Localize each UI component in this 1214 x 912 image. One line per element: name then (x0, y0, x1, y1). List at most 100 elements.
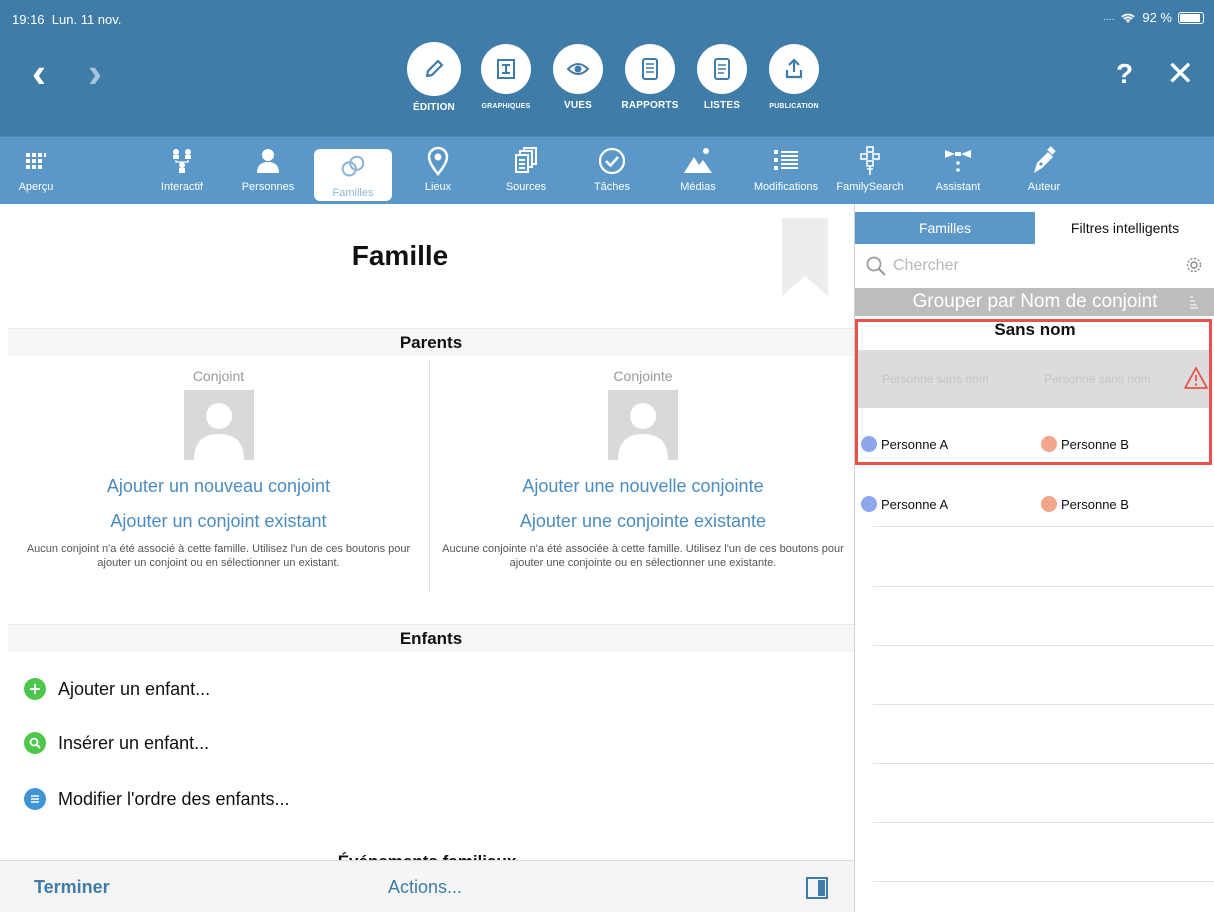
changes-icon (770, 143, 802, 179)
list-document-icon (697, 44, 747, 94)
bookmark-icon[interactable] (782, 218, 828, 296)
add-new-spouse-link[interactable]: Ajouter un nouveau conjoint (8, 476, 429, 497)
tool-interactif[interactable]: Interactif (152, 143, 212, 201)
group-by-bar[interactable]: Grouper par Nom de conjoint (855, 288, 1214, 316)
mode-label: RAPPORTS (621, 100, 679, 111)
search-icon (24, 732, 46, 754)
families-sidebar: Familles Filtres intelligents Grouper pa… (854, 204, 1214, 912)
list-icon (24, 788, 46, 810)
media-icon (682, 143, 714, 179)
search-input[interactable] (893, 257, 1173, 275)
document-icon (625, 44, 675, 94)
add-new-spouse-link[interactable]: Ajouter une nouvelle conjointe (432, 476, 854, 497)
top-header: 19:16 Lun. 11 nov. .... 92 % ‹ › ÉDITION… (0, 0, 1214, 136)
male-dot-icon (861, 496, 877, 512)
list-divider (873, 881, 1214, 882)
tool-apercu[interactable]: Aperçu (16, 143, 56, 201)
mode-label: PUBLICATION (769, 103, 819, 110)
tool-familles[interactable]: Familles (314, 149, 392, 201)
grid-icon (20, 143, 52, 179)
female-dot-icon (1041, 496, 1057, 512)
person-icon (252, 143, 284, 179)
tool-personnes[interactable]: Personnes (236, 143, 300, 201)
add-child-label: Ajouter un enfant... (58, 678, 211, 699)
person-entry: Personne B (1041, 496, 1129, 512)
pin-icon (422, 143, 454, 179)
tool-label: Tâches (593, 181, 631, 193)
person-name: Personne A (881, 436, 949, 452)
tool-label: Assistant (935, 181, 981, 193)
tool-modifications[interactable]: Modifications (746, 143, 826, 201)
tool-medias[interactable]: Médias (676, 143, 720, 201)
reorder-children-label: Modifier l'ordre des enfants... (58, 788, 290, 809)
insert-child-button[interactable]: Insérer un enfant... (24, 732, 209, 754)
gear-icon[interactable] (1185, 256, 1203, 274)
group-by-label: Grouper par Nom de conjoint (912, 291, 1158, 312)
list-divider (873, 586, 1214, 587)
sidebar-toggle-icon[interactable] (806, 877, 828, 899)
tool-label: Lieux (424, 181, 452, 193)
group-title: Sans nom (994, 320, 1076, 339)
tab-smart-filters[interactable]: Filtres intelligents (1035, 212, 1214, 244)
wifi-icon (1121, 13, 1135, 23)
family-row[interactable]: Personne A Personne B (861, 484, 1211, 524)
person-entry: Personne B (1041, 436, 1129, 452)
help-button[interactable]: ? (1116, 58, 1133, 90)
list-divider (873, 704, 1214, 705)
avatar-placeholder-icon (183, 390, 254, 460)
tool-lieux[interactable]: Lieux (418, 143, 458, 201)
tool-label: Médias (680, 181, 716, 193)
warning-icon (1184, 367, 1208, 389)
back-button[interactable]: ‹ (32, 52, 46, 94)
actions-button[interactable]: Actions... (388, 877, 462, 898)
share-icon (769, 44, 819, 94)
eye-icon (553, 44, 603, 94)
person-name: Personne B (1061, 436, 1129, 452)
avatar-placeholder-icon (608, 390, 678, 460)
mode-label: ÉDITION (413, 102, 455, 113)
check-icon (596, 143, 628, 179)
close-button[interactable]: ✕ (1166, 54, 1195, 94)
clock: 19:16 (12, 12, 45, 27)
plus-icon (24, 678, 46, 700)
spouse-hint-text: Aucun conjoint n'a été associé à cette f… (26, 543, 411, 569)
family-row-selected[interactable]: Personne sans nom Personne sans nom (858, 350, 1209, 408)
tool-assistant[interactable]: Assistant (930, 143, 986, 201)
sources-icon (510, 143, 542, 179)
tool-label: Aperçu (18, 181, 54, 193)
add-existing-spouse-link[interactable]: Ajouter un conjoint existant (8, 511, 429, 532)
mode-publication[interactable]: PUBLICATION (764, 44, 824, 113)
add-existing-spouse-link[interactable]: Ajouter une conjointe existante (432, 511, 854, 532)
category-toolbar: Aperçu Interactif Personnes Familles Lie… (0, 136, 1214, 204)
tool-label: Sources (505, 181, 547, 193)
tool-familysearch[interactable]: FamilySearch (830, 143, 910, 201)
tool-label: Modifications (753, 181, 819, 193)
tool-sources[interactable]: Sources (498, 143, 554, 201)
mode-label: LISTES (703, 100, 741, 111)
status-bar-time: 19:16 Lun. 11 nov. (12, 12, 121, 27)
chart-icon (481, 44, 531, 94)
add-child-button[interactable]: Ajouter un enfant... (24, 678, 210, 700)
male-dot-icon (861, 436, 877, 452)
search-row (855, 248, 1214, 284)
spouse-column-left: Conjoint Ajouter un nouveau conjoint Ajo… (8, 360, 430, 592)
done-button[interactable]: Terminer (34, 877, 110, 898)
reorder-children-button[interactable]: Modifier l'ordre des enfants... (24, 788, 290, 810)
family-row[interactable]: Personne A Personne B (861, 424, 1211, 464)
sort-icon (1190, 296, 1198, 309)
tree-icon (166, 143, 198, 179)
mode-rapports[interactable]: RAPPORTS (620, 44, 680, 113)
forward-button[interactable]: › (88, 52, 102, 94)
mode-vues[interactable]: VUES (548, 44, 608, 113)
unnamed-person-label: Personne sans nom (882, 372, 989, 386)
insert-child-label: Insérer un enfant... (58, 732, 210, 753)
mode-listes[interactable]: LISTES (692, 44, 752, 113)
spouse-hint-text: Aucune conjointe n'a été associée à cett… (442, 543, 844, 569)
tool-auteur[interactable]: Auteur (1024, 143, 1064, 201)
tab-families[interactable]: Familles (855, 212, 1035, 244)
tool-taches[interactable]: Tâches (590, 143, 634, 201)
mode-edition[interactable]: ÉDITION (404, 42, 464, 113)
tool-label: FamilySearch (836, 181, 904, 193)
spouse-role-label: Conjointe (613, 368, 673, 384)
mode-graphiques[interactable]: GRAPHIQUES (476, 44, 536, 113)
